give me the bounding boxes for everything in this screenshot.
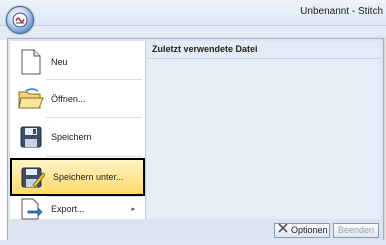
app-logo-icon <box>12 12 28 28</box>
menu-item-export[interactable]: Export... ▸ <box>10 198 145 220</box>
menu-commands: Neu Öffnen... Speichern Speichern unter.… <box>10 41 146 220</box>
recent-files-header: Zuletzt verwendete Datei <box>147 41 380 59</box>
save-as-icon <box>18 162 48 192</box>
menu-item-save-as-label: Speichern unter... <box>53 172 124 182</box>
options-button[interactable]: Optionen <box>274 223 330 238</box>
options-label: Optionen <box>291 225 328 235</box>
title-bar: Unbenannt - Stitch <box>0 0 386 26</box>
menu-item-save-as[interactable]: Speichern unter... <box>10 158 145 196</box>
workspace-background <box>0 240 386 245</box>
menu-item-new[interactable]: Neu <box>10 43 145 81</box>
menu-button-bar: Optionen Beenden <box>8 221 383 241</box>
recent-files-panel: Zuletzt verwendete Datei <box>147 41 380 219</box>
new-document-icon <box>16 47 46 77</box>
menu-separator <box>46 156 142 157</box>
menu-item-open[interactable]: Öffnen... <box>10 80 145 118</box>
open-folder-icon <box>16 84 46 114</box>
save-icon <box>16 122 46 152</box>
options-icon <box>278 223 288 238</box>
exit-button[interactable]: Beenden <box>333 223 379 238</box>
exit-label: Beenden <box>337 225 375 235</box>
menu-item-export-label: Export... <box>51 204 85 214</box>
menu-separator <box>46 196 142 197</box>
application-menu: Neu Öffnen... Speichern Speichern unter.… <box>7 38 384 242</box>
menu-item-open-label: Öffnen... <box>51 94 86 104</box>
menu-item-save[interactable]: Speichern <box>10 118 145 156</box>
application-button[interactable] <box>6 6 34 34</box>
export-icon <box>16 194 46 224</box>
menu-item-new-label: Neu <box>51 57 68 67</box>
menu-item-save-label: Speichern <box>51 132 92 142</box>
window-title: Unbenannt - Stitch <box>300 6 383 17</box>
submenu-arrow-icon: ▸ <box>131 206 135 213</box>
